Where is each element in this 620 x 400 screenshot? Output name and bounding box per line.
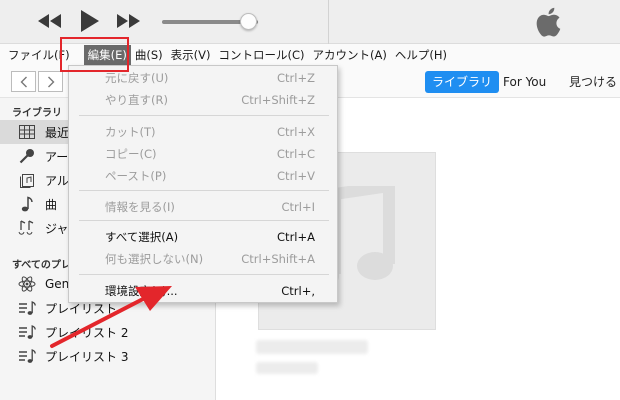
playlist-icon (18, 347, 36, 365)
menu-item-label: やり直す(R) (105, 93, 168, 107)
menu-item-label: ペースト(P) (105, 169, 167, 183)
menu-item-label: 環境設定(F)... (105, 284, 178, 298)
edit-menu-dropdown: 元に戻す(U) Ctrl+Z やり直す(R) Ctrl+Shift+Z カット(T) Ct… (68, 65, 338, 303)
chevron-right-icon (47, 76, 54, 87)
menu-item-shortcut: Ctrl+C (276, 147, 315, 161)
sidebar-item-label: アー (45, 149, 69, 164)
rewind-icon (38, 14, 61, 28)
menu-item-shortcut: Ctrl+Z (277, 71, 315, 85)
menu-item-shortcut: Ctrl+Shift+Z (241, 93, 315, 107)
menu-item-shortcut: Ctrl+I (281, 200, 316, 214)
rewind-button[interactable] (36, 10, 64, 32)
menu-item-redo: やり直す(R) Ctrl+Shift+Z (69, 89, 339, 111)
microphone-icon (18, 147, 36, 165)
tab-browse[interactable]: 見つける (562, 71, 620, 93)
music-note-icon (18, 195, 36, 213)
menu-item-paste: ペースト(P) Ctrl+V (69, 165, 339, 187)
album-icon (18, 171, 36, 189)
sidebar-item-label: Gen (45, 277, 70, 291)
atom-icon (18, 275, 36, 293)
menu-controls[interactable]: コントロール(C) (214, 45, 308, 65)
tab-for-you[interactable]: For You (496, 71, 553, 93)
sidebar-item-playlist-3[interactable]: プレイリスト 3 (0, 344, 216, 368)
sidebar-item-label: プレイリスト 2 (45, 325, 129, 340)
menu-item-label: 何も選択しない(N) (105, 252, 204, 266)
menu-separator (79, 274, 329, 275)
recent-grid-icon (18, 123, 36, 141)
menu-item-shortcut: Ctrl+X (277, 125, 315, 139)
menu-item-shortcut: Ctrl+A (277, 230, 315, 244)
menu-separator (79, 115, 329, 116)
menu-item-label: 情報を見る(I) (105, 200, 175, 214)
library-section-header: ライブラリ (12, 108, 62, 119)
menu-separator (79, 190, 329, 191)
back-button[interactable] (11, 71, 36, 92)
menu-item-cut: カット(T) Ctrl+X (69, 121, 339, 143)
sidebar-item-label: プレイリスト 3 (45, 349, 129, 364)
genre-icon (18, 219, 36, 237)
fast-forward-icon (117, 14, 140, 28)
sidebar-item-label: ジャ (45, 221, 69, 236)
lcd-divider (328, 0, 329, 44)
play-button[interactable] (76, 10, 104, 32)
menu-item-label: カット(T) (105, 125, 156, 139)
forward-button[interactable] (38, 71, 63, 92)
volume-slider-knob[interactable] (240, 13, 258, 30)
apple-logo-icon (535, 7, 561, 40)
sidebar-item-label: 最近 (45, 125, 70, 140)
menu-item-copy: コピー(C) Ctrl+C (69, 143, 339, 165)
play-icon (81, 10, 99, 32)
tab-library[interactable]: ライブラリ (425, 71, 500, 93)
menu-item-shortcut: Ctrl+, (281, 284, 315, 298)
annotation-highlight-box (60, 37, 129, 72)
menu-item-get-info: 情報を見る(I) Ctrl+I (69, 196, 339, 218)
sidebar-item-label: 曲 (45, 197, 58, 212)
menu-song[interactable]: 曲(S) (131, 45, 167, 65)
sidebar-item-playlist-2[interactable]: プレイリスト 2 (0, 320, 216, 344)
menu-item-select-all[interactable]: すべて選択(A) Ctrl+A (69, 226, 339, 248)
menu-item-shortcut: Ctrl+Shift+A (241, 252, 315, 266)
menu-item-shortcut: Ctrl+V (277, 169, 315, 183)
chevron-left-icon (20, 76, 27, 87)
fast-forward-button[interactable] (114, 10, 142, 32)
playlist-icon (18, 299, 36, 317)
sidebar-item-label: アル (45, 173, 69, 188)
menu-item-deselect-all: 何も選択しない(N) Ctrl+Shift+A (69, 248, 339, 270)
playlist-icon (18, 323, 36, 341)
menu-help[interactable]: ヘルプ(H) (391, 45, 451, 65)
menu-view[interactable]: 表示(V) (167, 45, 215, 65)
menu-item-label: コピー(C) (105, 147, 157, 161)
playlists-section-header: すべてのプレ (12, 260, 71, 271)
menu-account[interactable]: アカウント(A) (308, 45, 390, 65)
menu-item-label: すべて選択(A) (105, 230, 179, 244)
menu-separator (79, 220, 329, 221)
menu-item-preferences[interactable]: 環境設定(F)... Ctrl+, (69, 280, 339, 302)
blurred-album-title (256, 340, 368, 354)
blurred-artist-name (256, 362, 318, 374)
